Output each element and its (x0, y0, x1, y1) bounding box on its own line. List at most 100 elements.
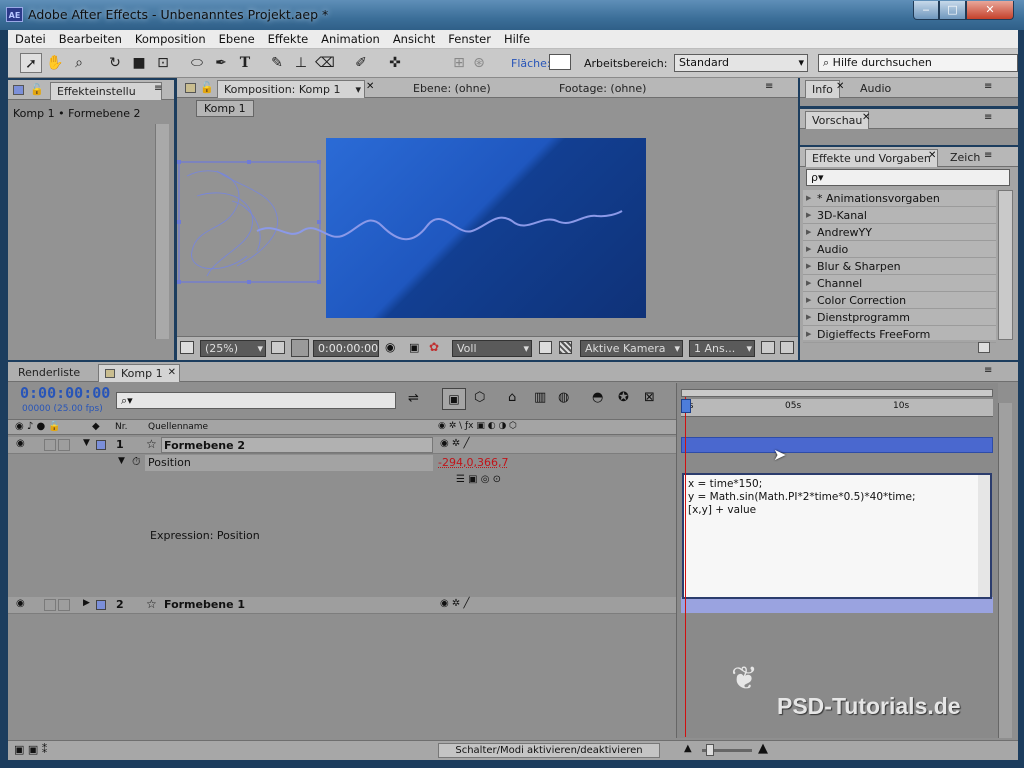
expand-arrow-icon[interactable]: ▼ (83, 438, 90, 448)
ellipse-tool-icon[interactable]: ⬭ (186, 53, 208, 73)
expression-scrollbar[interactable] (978, 475, 990, 597)
list-item[interactable]: Color Correction (803, 292, 996, 309)
hide-shy-layers-icon[interactable]: ⌂ (508, 390, 516, 405)
menu-animation[interactable]: Animation (314, 30, 386, 46)
frame-blending-icon[interactable]: ▥ (534, 390, 546, 405)
menu-datei[interactable]: Datei (8, 30, 52, 46)
selection-tool-icon[interactable]: ➚ (20, 53, 42, 73)
layer-name[interactable]: Formebene 2 (161, 437, 433, 453)
pen-tool-icon[interactable]: ✒ (210, 53, 232, 73)
zoom-in-icon[interactable]: ▲ (758, 741, 768, 756)
list-item[interactable]: Blur & Sharpen (803, 258, 996, 275)
pixel-aspect-icon[interactable] (761, 341, 775, 354)
close-tab-icon[interactable]: ✕ (928, 150, 936, 161)
list-item[interactable]: Channel (803, 275, 996, 292)
motion-blur-icon[interactable]: ◍ (558, 390, 569, 405)
expression-editor[interactable]: x = time*150; y = Math.sin(Math.PI*2*tim… (682, 473, 992, 599)
zoom-out-icon[interactable]: ▲ (684, 743, 692, 754)
list-item[interactable]: 3D-Kanal (803, 207, 996, 224)
list-item[interactable]: AndrewYY (803, 224, 996, 241)
toggle-switches-modes-button[interactable]: Schalter/Modi aktivieren/deaktivieren (438, 743, 660, 758)
camera-snapshot-icon[interactable]: ◉ (385, 340, 395, 354)
timeline-timecode[interactable]: 0:00:00:00 (20, 384, 110, 402)
panel-menu-icon[interactable]: ≡ (984, 365, 992, 376)
pan-behind-tool-icon[interactable]: ⊡ (152, 53, 174, 73)
label-color-swatch[interactable] (96, 440, 106, 450)
fill-color-swatch[interactable] (549, 54, 571, 70)
panel-menu-icon[interactable]: ≡ (154, 83, 162, 94)
menu-ansicht[interactable]: Ansicht (386, 30, 441, 46)
tab-footage[interactable]: Footage: (ohne) (553, 80, 652, 98)
axis-mode-icon[interactable]: ⊞ (448, 53, 470, 73)
panel-menu-icon[interactable]: ≡ (765, 81, 773, 92)
draft-3d-icon[interactable]: ⬡ (474, 390, 485, 405)
table-row[interactable]: ◉ ▶ 2 ☆ Formebene 1 ◉ ✲ ╱ (8, 597, 676, 614)
table-row[interactable]: ◉ ▼ 1 ☆ Formebene 2 ◉ ✲ ╱ (8, 437, 676, 454)
zoom-tool-icon[interactable]: ⌕ (68, 53, 90, 73)
clone-stamp-tool-icon[interactable]: ⊥ (290, 53, 312, 73)
tab-comp-1[interactable]: Komp 1 ✕ (98, 364, 180, 382)
layer-switches-icon[interactable]: ◉ ✲ ╱ (440, 598, 469, 609)
region-of-interest-icon[interactable] (539, 341, 552, 354)
timeline-scrollbar[interactable] (998, 403, 1012, 738)
close-tab-icon[interactable]: ✕ (366, 81, 374, 92)
text-tool-icon[interactable]: T (234, 53, 256, 73)
new-folder-icon[interactable] (978, 342, 990, 353)
minimize-button[interactable]: ‒ (913, 1, 939, 20)
tab-effect-controls[interactable]: Effekteinstellu (50, 82, 162, 100)
maximize-button[interactable]: □ (939, 1, 966, 20)
list-item[interactable]: Dienstprogramm (803, 309, 996, 326)
channel-icon[interactable]: ✿ (429, 340, 439, 354)
list-item[interactable]: Audio (803, 241, 996, 258)
effects-search-input[interactable]: ρ▾ (806, 169, 1010, 186)
graph-editor-icon[interactable]: ⊠ (644, 390, 655, 405)
live-update-icon[interactable]: ▣ (442, 388, 466, 410)
camera-tool-icon[interactable]: ■ (128, 53, 150, 73)
panel-menu-icon[interactable]: ≡ (984, 112, 992, 123)
list-item[interactable]: * Animationsvorgaben (803, 190, 996, 207)
menu-ebene[interactable]: Ebene (212, 30, 261, 46)
always-preview-icon[interactable] (180, 341, 194, 354)
visibility-eye-icon[interactable]: ◉ (16, 438, 25, 449)
brainstorm-icon[interactable]: ◓ (592, 390, 603, 405)
tab-preview[interactable]: Vorschau (805, 111, 870, 129)
layer-2-bar[interactable] (681, 597, 993, 613)
tab-effects-presets[interactable]: Effekte und Vorgaben (805, 149, 938, 167)
menu-bearbeiten[interactable]: Bearbeiten (52, 30, 128, 46)
fast-previews-icon[interactable] (780, 341, 794, 354)
shape-layers-overlay[interactable] (177, 156, 798, 296)
resolution-select[interactable]: Voll ▾ (452, 340, 532, 357)
layer-search-input[interactable]: ⌕▾ (116, 392, 396, 409)
mask-visibility-icon[interactable] (291, 339, 309, 357)
close-tab-icon[interactable]: ✕ (862, 112, 870, 123)
solo-toggle[interactable] (58, 599, 70, 611)
layer-switches-pane-icon[interactable]: ▣ ▣ ⁑ (14, 743, 47, 756)
audio-toggle[interactable] (44, 599, 56, 611)
brush-tool-icon[interactable]: ✎ (266, 53, 288, 73)
close-button[interactable]: ✕ (966, 1, 1014, 20)
view-layout-select[interactable]: 1 Ans... ▾ (689, 340, 755, 357)
panel-menu-icon[interactable]: ≡ (984, 150, 992, 161)
world-axis-icon[interactable]: ⊛ (468, 53, 490, 73)
tab-character[interactable]: Zeich (944, 149, 986, 167)
safe-zones-icon[interactable] (271, 341, 285, 354)
solo-toggle[interactable] (58, 439, 70, 451)
help-search-input[interactable]: ⌕ Hilfe durchsuchen (818, 54, 1018, 72)
comp-flowchart-button[interactable]: Komp 1 (196, 100, 254, 117)
effects-scrollbar[interactable] (998, 190, 1013, 340)
tab-composition[interactable]: Komposition: Komp 1 ▾ (217, 80, 365, 98)
menu-hilfe[interactable]: Hilfe (497, 30, 536, 46)
eraser-tool-icon[interactable]: ⌫ (314, 53, 336, 73)
current-time-indicator[interactable] (685, 397, 686, 737)
stopwatch-icon[interactable]: ⏱ (132, 455, 141, 469)
close-tab-icon[interactable]: ✕ (168, 367, 176, 378)
label-color-swatch[interactable] (96, 600, 106, 610)
show-snapshot-icon[interactable]: ▣ (409, 341, 419, 354)
tab-layer[interactable]: Ebene: (ohne) (407, 80, 497, 98)
close-tab-icon[interactable]: ✕ (836, 81, 844, 92)
auto-keyframe-icon[interactable]: ✪ (618, 390, 629, 405)
timeline-graph[interactable]: 0s 05s 10s x = time*150; y = Math.sin(Ma… (676, 383, 998, 738)
expression-controls-icons[interactable]: ☰ ▣ ◎ ⊙ (456, 474, 501, 485)
comp-mini-flowchart-icon[interactable]: ⇌ (408, 391, 419, 406)
list-item[interactable]: Digieffects FreeForm (803, 326, 996, 343)
